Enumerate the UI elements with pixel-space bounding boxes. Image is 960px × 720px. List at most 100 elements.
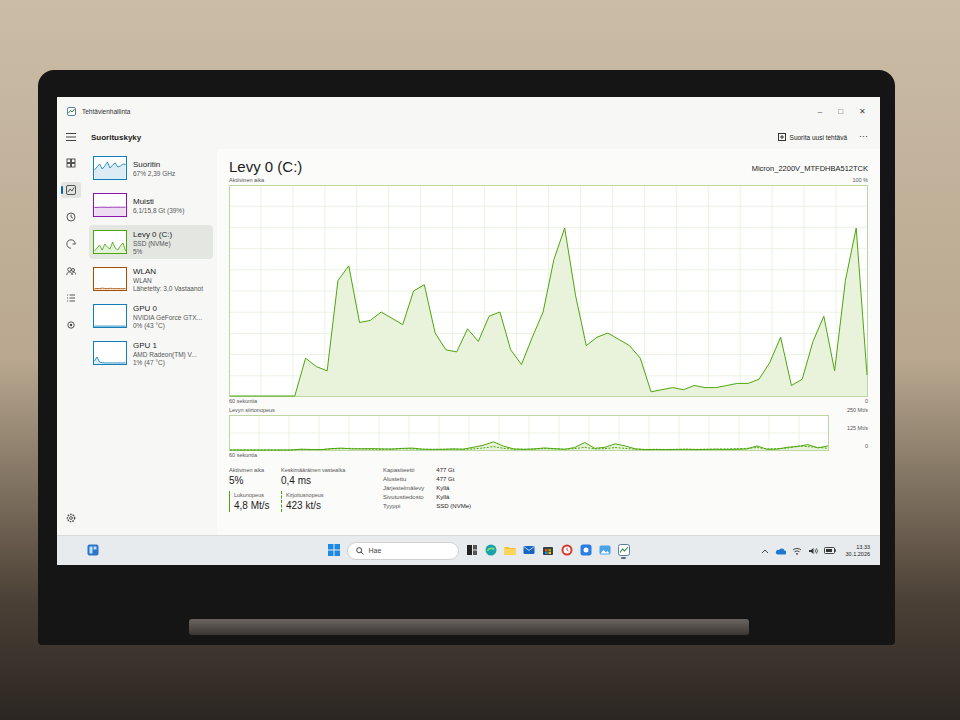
- details-nav-item[interactable]: [61, 290, 81, 306]
- transfer-bottom-labels: 60 sekuntia: [229, 451, 868, 460]
- sparkline-segment: [97, 357, 100, 362]
- clock[interactable]: 13.3330.1.2026: [842, 544, 870, 558]
- properties-table: Kapasiteetti477 GtAlustettu477 GtJärjest…: [383, 466, 471, 512]
- sidebar-item[interactable]: Suoritin67% 2,39 GHz: [89, 151, 213, 185]
- active-time-segment: [791, 379, 802, 385]
- read-speed-segment: [433, 449, 443, 450]
- windows-logo-icon: [328, 544, 340, 556]
- performance-nav-item[interactable]: [61, 182, 81, 198]
- active-time-segment: [252, 396, 263, 397]
- sparkline-segment: [120, 207, 123, 208]
- sidebar-item[interactable]: GPU 1AMD Radeon(TM) V...1% (47 °C): [89, 336, 213, 370]
- detail-panel: Levy 0 (C:)Micron_2200V_MTFDHBA512TCKAkt…: [217, 149, 880, 535]
- processes-nav-item[interactable]: [61, 155, 81, 171]
- system-tray: 13.3330.1.2026: [630, 544, 871, 558]
- sidebar-item[interactable]: GPU 0NVIDIA GeForce GTX...0% (43 °C): [89, 299, 213, 333]
- sparkline-segment: [113, 288, 116, 289]
- more-button[interactable]: ⋯: [853, 132, 880, 142]
- services-icon: [66, 320, 76, 330]
- sparkline-segment: [110, 165, 113, 168]
- sparkline-segment: [94, 248, 97, 251]
- item-text: WLANWLANLähetetty: 3,0 Vastaanot: [133, 267, 203, 292]
- read-speed-segment: [240, 450, 250, 451]
- services-nav-item[interactable]: [61, 317, 81, 333]
- read-speed-segment: [717, 449, 727, 450]
- read-speed-segment: [473, 445, 483, 447]
- taskbar-app[interactable]: [580, 542, 592, 559]
- minimize-button[interactable]: –: [818, 107, 822, 116]
- chart-mid-label: 125 Mt/s: [847, 424, 868, 433]
- history-nav-item[interactable]: [61, 209, 81, 225]
- active-time-segment: [748, 379, 759, 383]
- write-speed-segment: [433, 449, 443, 450]
- write-speed-segment: [787, 446, 797, 448]
- taskbar-app[interactable]: [618, 542, 630, 559]
- sparkline-segment: [100, 288, 103, 290]
- processes-icon: [66, 158, 76, 168]
- item-name: Muisti: [133, 197, 184, 206]
- active-time-segment: [608, 333, 619, 339]
- read-speed-segment: [291, 449, 301, 451]
- write-speed-segment: [585, 447, 595, 449]
- read-speed-segment: [362, 448, 372, 449]
- sparkline-segment: [105, 162, 108, 166]
- read-speed-segment: [534, 447, 544, 449]
- close-button[interactable]: ✕: [859, 107, 866, 116]
- startup-icon: [66, 239, 76, 249]
- read-speed-segment: [281, 450, 291, 451]
- taskbar-app[interactable]: [485, 542, 497, 559]
- taskbar-app[interactable]: [504, 542, 516, 559]
- read-speed-segment: [737, 448, 747, 449]
- sparkline-segment: [113, 207, 116, 208]
- active-time-segment: [370, 312, 381, 320]
- window-controls: – □ ✕: [818, 107, 870, 116]
- sparkline-segment: [123, 326, 126, 327]
- users-nav-item[interactable]: [61, 263, 81, 279]
- active-time-segment: [468, 329, 479, 342]
- startup-nav-item[interactable]: [61, 236, 81, 252]
- sparkline-segment: [94, 326, 97, 327]
- active-time-segment: [845, 228, 856, 281]
- sparkline-area: [94, 326, 125, 328]
- menu-cell[interactable]: [57, 133, 85, 141]
- item-text: Suoritin67% 2,39 GHz: [133, 160, 175, 177]
- taskbar-app[interactable]: [542, 542, 554, 559]
- start-button[interactable]: [328, 542, 340, 560]
- settings-nav-item[interactable]: [66, 509, 76, 527]
- active-time-segment: [781, 337, 792, 385]
- taskbar-app[interactable]: [523, 542, 535, 559]
- sidebar-item[interactable]: Levy 0 (C:)SSD (NVMe)5%: [89, 225, 213, 259]
- maximize-button[interactable]: □: [838, 107, 843, 116]
- sparkline-segment: [113, 163, 116, 165]
- read-speed-segment: [331, 448, 341, 450]
- widgets-icon: [87, 544, 99, 556]
- read-speed-segment: [808, 445, 818, 448]
- taskbar-app[interactable]: [561, 542, 573, 559]
- write-speed-segment: [362, 448, 372, 449]
- run-task-button[interactable]: Suorita uusi tehtävä: [772, 131, 853, 143]
- write-speed-segment: [291, 449, 301, 451]
- write-speed-segment: [423, 449, 433, 450]
- write-speed-segment: [473, 447, 483, 449]
- search-box[interactable]: Hae: [347, 542, 459, 560]
- sparkline-segment: [105, 326, 108, 327]
- taskbar-app[interactable]: [599, 542, 611, 559]
- sparkline-segment: [115, 362, 118, 363]
- read-speed-segment: [341, 448, 351, 450]
- write-speed-segment: [818, 447, 828, 448]
- active-time-segment: [770, 337, 781, 362]
- sparkline: [93, 193, 127, 217]
- run-task-label: Suorita uusi tehtävä: [790, 134, 847, 141]
- sidebar-item[interactable]: Muisti6,1/15,8 Gt (39%): [89, 188, 213, 222]
- sparkline-segment: [115, 207, 118, 208]
- write-speed-segment: [767, 448, 777, 449]
- chart-label: Levyn siirtonopeus: [229, 406, 275, 415]
- widgets-button[interactable]: [87, 542, 99, 560]
- item-detail: SSD (NVMe): [133, 240, 172, 247]
- sparkline-area: [94, 207, 125, 216]
- sidebar-item[interactable]: WLANWLANLähetetty: 3,0 Vastaanot: [89, 262, 213, 296]
- write-speed-segment: [443, 449, 453, 450]
- sparkline-segment: [115, 288, 118, 289]
- taskbar-app[interactable]: [466, 542, 478, 559]
- write-speed-segment: [352, 448, 362, 450]
